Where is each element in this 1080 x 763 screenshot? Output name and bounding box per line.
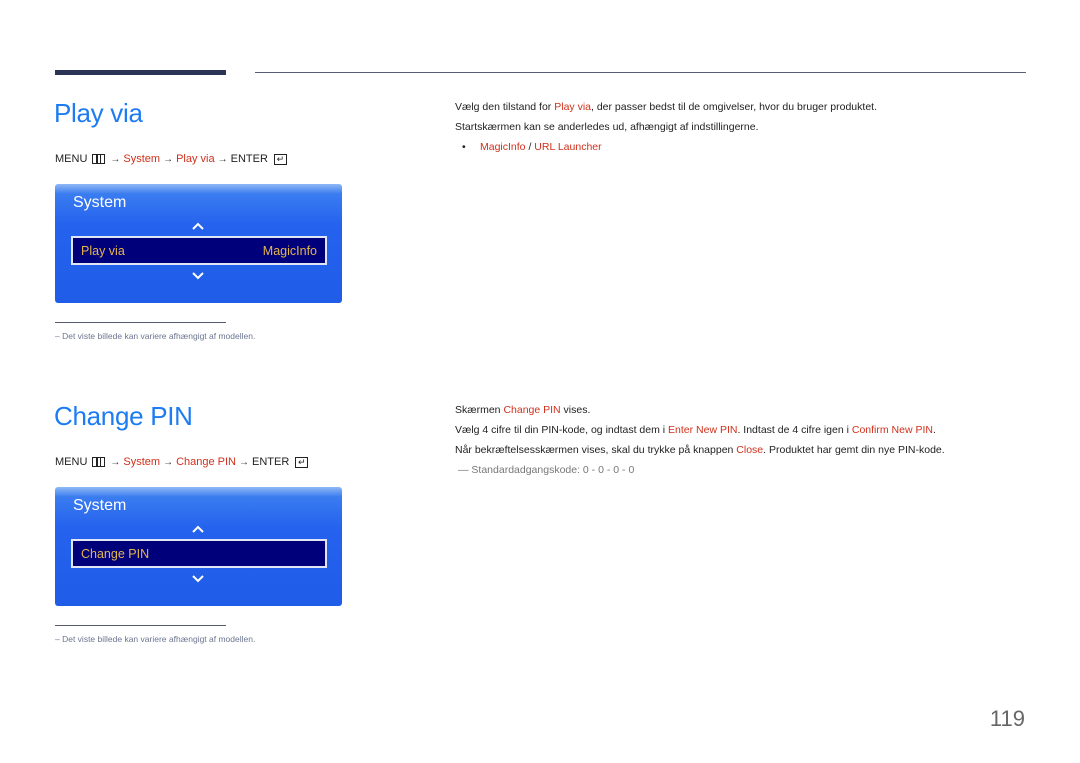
osd-item-label: Change PIN [81,546,150,561]
section-title-play-via: Play via [54,98,143,128]
osd-item-value: MagicInfo [262,243,317,258]
body-text: . Produktet har gemt din nye PIN-kode. [763,444,945,456]
menu-path-play-via: MENU → System → Play via → ENTER ↵ [55,153,287,165]
note-line: ― Standardadgangskode: 0 - 0 - 0 - 0 [458,464,634,476]
bullet-item: • MagicInfo / URL Launcher [462,141,602,153]
arrow-icon: → [239,456,250,468]
arrow-icon: → [110,153,121,165]
menu-path-system: System [123,456,161,468]
body-text: , der passer bedst til de omgivelser, hv… [591,101,877,113]
menu-path-item: Play via [176,153,215,165]
osd-title: System [73,194,127,211]
body-paragraph: Vælg 4 cifre til din PIN-kode, og indtas… [455,424,936,436]
body-text: Skærmen [455,404,504,416]
osd-item-label: Play via [81,243,125,258]
body-text: Når bekræftelsesskærmen vises, skal du t… [455,444,737,456]
footnote-rule [55,322,226,323]
osd-selected-item[interactable]: Play via MagicInfo [71,236,327,265]
chevron-down-icon[interactable] [192,573,204,585]
arrow-icon: → [163,456,174,468]
option-magicinfo: MagicInfo [480,141,526,153]
highlight-change-pin: Change PIN [503,404,561,416]
menu-label: MENU [55,456,88,468]
body-paragraph: Skærmen Change PIN vises. [455,404,590,416]
enter-label: ENTER [252,456,290,468]
menu-path-system: System [123,153,161,165]
separator: / [525,141,535,153]
body-text: Vælg 4 cifre til din PIN-kode, og indtas… [455,424,669,436]
body-text: . [932,424,936,436]
body-paragraph: Startskærmen kan se anderledes ud, afhæn… [455,121,759,133]
osd-title: System [73,497,127,514]
osd-selected-item[interactable]: Change PIN [71,539,327,568]
menu-path-change-pin: MENU → System → Change PIN → ENTER ↵ [55,456,309,468]
footnote: – Det viste billede kan variere afhængig… [55,634,256,644]
bullet-icon: • [462,141,466,153]
osd-menu-change-pin: System Change PIN [55,487,342,606]
menu-icon [92,457,106,467]
header-rule-thin [255,72,1026,73]
menu-label: MENU [55,153,88,165]
highlight-play-via: Play via [554,101,591,113]
chevron-up-icon[interactable] [192,220,204,232]
note-text: Standardadgangskode: 0 - 0 - 0 - 0 [471,464,635,476]
highlight-confirm-new-pin: Confirm New PIN [851,424,933,436]
section-title-change-pin: Change PIN [54,401,193,431]
arrow-icon: → [110,456,121,468]
chevron-down-icon[interactable] [192,270,204,282]
osd-menu-play-via: System Play via MagicInfo [55,184,342,303]
body-text: . Indtast de 4 cifre igen i [737,424,852,436]
header-rule-thick [55,70,226,75]
menu-icon [92,154,106,164]
body-paragraph: Vælg den tilstand for Play via, der pass… [455,101,877,113]
enter-icon: ↵ [273,153,287,165]
chevron-up-icon[interactable] [192,523,204,535]
highlight-close: Close [736,444,764,456]
highlight-enter-new-pin: Enter New PIN [668,424,738,436]
footnote: – Det viste billede kan variere afhængig… [55,331,256,341]
body-text: Vælg den tilstand for [455,101,555,113]
body-paragraph: Når bekræftelsesskærmen vises, skal du t… [455,444,945,456]
note-dash-icon: ― [458,464,469,476]
page-number: 119 [989,706,1025,731]
menu-path-item: Change PIN [176,456,237,468]
option-url-launcher: URL Launcher [534,141,602,153]
body-text: vises. [560,404,591,416]
arrow-icon: → [217,153,228,165]
enter-label: ENTER [230,153,268,165]
enter-icon: ↵ [295,456,309,468]
footnote-rule [55,625,226,626]
arrow-icon: → [163,153,174,165]
